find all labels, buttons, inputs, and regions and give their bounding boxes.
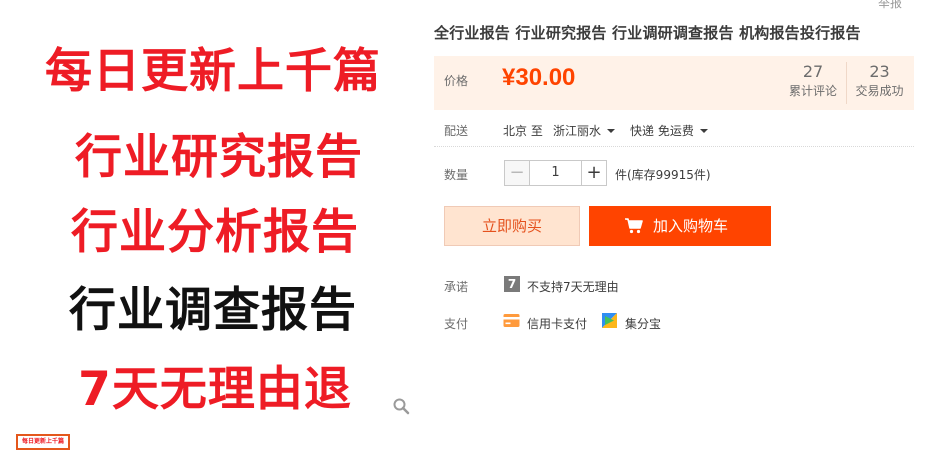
quantity-increase-button[interactable]: +	[581, 160, 607, 186]
quantity-label: 数量	[444, 168, 469, 182]
buy-now-button[interactable]: 立即购买	[444, 206, 580, 246]
image-thumbnail[interactable]: 每日更新上千篇	[16, 434, 70, 450]
delivery-label: 配送	[444, 124, 469, 138]
magnifier-icon[interactable]	[392, 397, 410, 415]
jifenbao-icon	[602, 313, 617, 328]
quantity-decrease-button[interactable]: −	[504, 160, 530, 186]
shipping-method-select[interactable]: 快递 免运费	[630, 122, 708, 139]
promo-line-1: 每日更新上千篇	[45, 44, 381, 99]
promo-line-4: 行业调查报告	[69, 283, 357, 338]
chevron-down-icon	[607, 128, 616, 133]
promise-text[interactable]: 不支持7天无理由	[527, 278, 619, 295]
seven-day-badge-icon: 7	[504, 276, 520, 292]
promo-line-5: 7天无理由退	[78, 362, 352, 417]
shipping-method: 快递 免运费	[630, 124, 694, 138]
quantity-input[interactable]: 1	[529, 160, 582, 186]
product-main-image: 每日更新上千篇 行业研究报告 行业分析报告 行业调查报告 7天无理由退	[0, 0, 430, 430]
deals-label: 交易成功	[855, 84, 904, 98]
product-title: 全行业报告 行业研究报告 行业调研调查报告 机构报告投行报告	[434, 24, 861, 42]
price-value: ¥30.00	[502, 64, 576, 91]
reviews-stat[interactable]: 27 累计评论	[780, 62, 846, 100]
payment-method-jifenbao: 集分宝	[625, 317, 662, 331]
report-link[interactable]: 举报	[878, 0, 902, 11]
promo-line-2: 行业研究报告	[75, 130, 363, 185]
delivery-origin: 北京 至	[503, 124, 543, 138]
promo-line-3: 行业分析报告	[71, 205, 359, 260]
reviews-count: 27	[802, 62, 824, 81]
delivery-destination-select[interactable]: 浙江丽水	[553, 122, 616, 139]
promise-label: 承诺	[444, 280, 469, 294]
divider	[434, 146, 914, 147]
price-label: 价格	[444, 74, 469, 88]
reviews-label: 累计评论	[788, 84, 837, 98]
cart-icon	[625, 218, 643, 234]
add-to-cart-button[interactable]: 加入购物车	[589, 206, 771, 246]
price-box: 价格 ¥30.00 27 累计评论 23 交易成功	[434, 56, 914, 110]
stock-info: 件(库存99915件)	[615, 168, 711, 182]
add-to-cart-label: 加入购物车	[653, 217, 729, 235]
credit-card-icon	[503, 314, 520, 327]
deals-count: 23	[869, 62, 890, 81]
chevron-down-icon	[699, 128, 708, 133]
thumbnail-text: 每日更新上千篇	[21, 438, 64, 445]
payment-method-credit-card: 信用卡支付	[527, 317, 588, 331]
payment-label: 支付	[444, 317, 469, 331]
deals-stat: 23 交易成功	[846, 62, 912, 104]
delivery-destination: 浙江丽水	[553, 124, 602, 138]
